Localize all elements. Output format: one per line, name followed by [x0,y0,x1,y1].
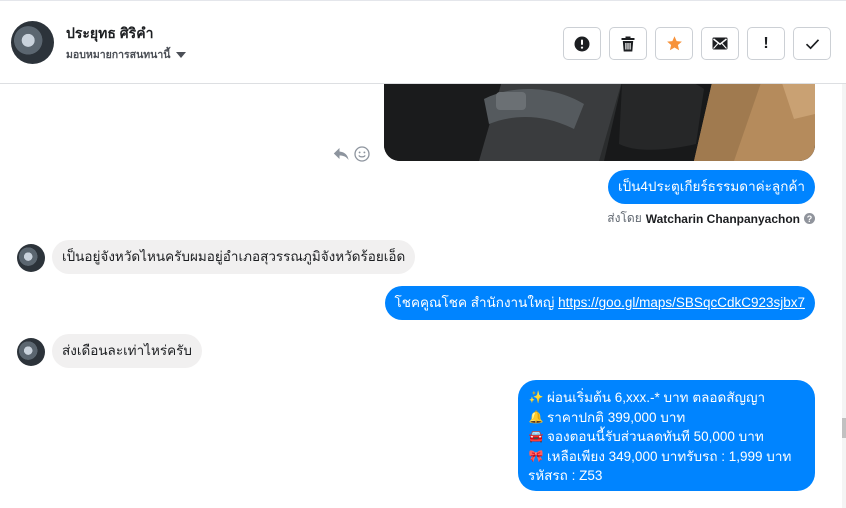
thread-scrollbar[interactable] [842,84,846,508]
incoming-message[interactable]: ส่งเดือนละเท่าไหร่ครับ [52,334,202,368]
sent-by-label: ส่งโดย Watcharin Chanpanyachon ? [607,209,815,228]
star-icon [666,36,682,51]
message-text: โชคคูณโชค สำนักงานใหญ่ [394,295,559,310]
contact-avatar[interactable] [11,21,54,64]
bell-icon: 🔔 [528,409,544,424]
sent-by-prefix: ส่งโดย [607,211,642,225]
car-interior-photo[interactable] [384,84,815,161]
sender-name: Watcharin Chanpanyachon [645,211,800,226]
promo-text: เหลือเพียง 349,000 บาทรับรถ : 1,999 บาท [547,448,792,464]
help-question-icon[interactable]: ? [804,213,815,224]
conversation-header: ประยุทธ ศิริคำ มอบหมายการสนทนานี้ ! [0,0,846,84]
contact-avatar-small [17,244,45,272]
scrollbar-thumb[interactable] [842,418,846,438]
reply-icon[interactable] [333,147,349,161]
exclamation-icon: ! [763,34,769,52]
mark-spam-button[interactable] [563,27,601,60]
emoji-reaction-icon[interactable] [354,146,370,162]
promo-text: ผ่อนเริ่มต้น 6,xxx.-* บาท ตลอดสัญญา [547,390,766,405]
alert-circle-icon [574,36,590,51]
report-button[interactable]: ! [747,27,785,60]
outgoing-message[interactable]: โชคคูณโชค สำนักงานใหญ่ https://goo.gl/ma… [384,286,815,320]
message-actions [333,146,370,162]
star-button[interactable] [655,27,693,60]
mark-unread-button[interactable] [701,27,739,60]
assign-conversation-dropdown[interactable]: มอบหมายการสนทนานี้ [66,46,187,63]
sparkles-icon: ✨ [528,390,544,404]
promo-text: ราคาปกติ 399,000 บาท [547,409,686,425]
maps-link[interactable]: https://goo.gl/maps/SBSqcCdkC923sjbx7 [558,295,805,310]
message-thread[interactable]: เป็น4ประตูเกียร์ธรรมดาค่ะลูกค้า ส่งโดย W… [0,84,846,508]
promo-line: 🚘 จองตอนนี้รับส่วนลดทันที 50,000 บาท [528,427,805,447]
trash-icon [621,36,635,51]
car-icon: 🚘 [528,429,544,443]
outgoing-message[interactable]: เป็น4ประตูเกียร์ธรรมดาค่ะลูกค้า [607,170,815,204]
checkmark-icon [805,38,819,49]
promo-line: 🎀 เหลือเพียง 349,000 บาทรับรถ : 1,999 บา… [528,447,805,467]
promo-line: รหัสรถ : Z53 [528,466,805,486]
contact-name[interactable]: ประยุทธ ศิริคำ [66,23,153,45]
caret-down-icon [176,52,187,58]
delete-button[interactable] [609,27,647,60]
mark-done-button[interactable] [793,27,831,60]
promo-text: จองตอนนี้รับส่วนลดทันที 50,000 บาท [547,429,764,444]
header-toolbar: ! [563,27,831,60]
promo-line: 🔔 ราคาปกติ 399,000 บาท [528,408,805,428]
promo-message[interactable]: ✨ ผ่อนเริ่มต้น 6,xxx.-* บาท ตลอดสัญญา 🔔 … [518,380,815,491]
contact-avatar-small [17,338,45,366]
promo-text: รหัสรถ : Z53 [528,468,603,483]
promo-line: ✨ ผ่อนเริ่มต้น 6,xxx.-* บาท ตลอดสัญญา [528,388,805,408]
assign-label: มอบหมายการสนทนานี้ [66,49,171,61]
envelope-icon [712,37,728,50]
incoming-message[interactable]: เป็นอยู่จังหวัดไหนครับผมอยู่อำเภอสุวรรณภ… [52,240,416,274]
ribbon-icon: 🎀 [528,448,544,463]
conversation-window: ประยุทธ ศิริคำ มอบหมายการสนทนานี้ ! เป็น… [0,0,846,508]
